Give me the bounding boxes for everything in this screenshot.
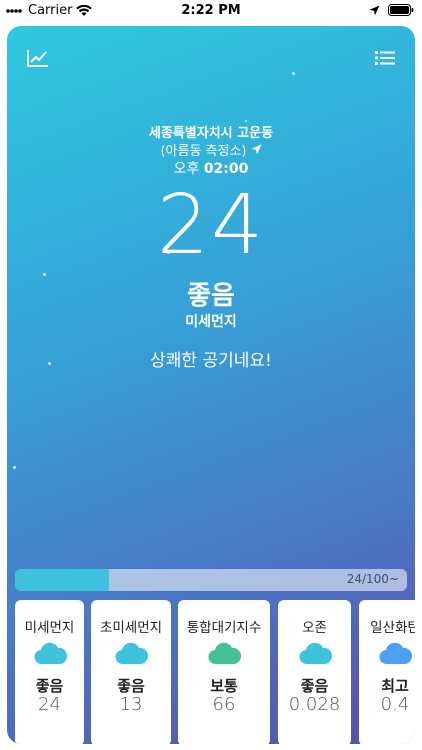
tile-title: 초미세먼지 xyxy=(99,620,163,636)
battery-icon xyxy=(388,4,414,16)
cloud-icon xyxy=(34,642,67,665)
tile-value: 66 xyxy=(212,694,236,715)
main-metric: 미세먼지 xyxy=(185,314,237,330)
status-time: 2:22 PM xyxy=(181,3,241,18)
measure-time: 오후 02:00 xyxy=(7,158,415,178)
cloud-icon xyxy=(115,642,148,665)
tile-title: 통합대기지수 xyxy=(186,620,262,636)
decor-dot xyxy=(13,466,16,469)
tile-status: 최고 xyxy=(381,677,409,695)
tile-status: 좋음 xyxy=(35,677,64,695)
list-icon xyxy=(375,51,395,65)
tile-value: 0.4 xyxy=(380,694,410,715)
status-message: 상쾌한 공기네요! xyxy=(150,351,272,371)
cloud-icon xyxy=(299,642,332,665)
tile-status: 좋음 xyxy=(300,677,329,695)
list-menu-button[interactable] xyxy=(372,45,398,71)
metric-tiles: 미세먼지 좋음 24 초미세먼지 좋음 13 통합대기지수 보통 66 오존 좋… xyxy=(7,600,415,744)
status-right xyxy=(369,4,414,16)
cloud-icon xyxy=(379,642,412,665)
tile-title: 일산화탄 xyxy=(370,620,415,636)
tile-value: 0.028 xyxy=(288,694,341,715)
decor-dot xyxy=(292,72,295,75)
air-quality-card: 세종특별자치시 고운동 (아름동 측정소) 오후 02:00 24 좋음 미세먼… xyxy=(7,26,415,744)
location-arrow-icon xyxy=(251,144,262,155)
tile-value: 13 xyxy=(119,694,143,715)
time-clock: 02:00 xyxy=(203,161,249,177)
tile-status: 보통 xyxy=(210,677,238,695)
tile-ozone[interactable]: 오존 좋음 0.028 xyxy=(278,600,351,744)
location-title: 세종특별자치시 고운동 xyxy=(148,126,274,141)
time-period: 오후 xyxy=(173,161,200,177)
tile-cai[interactable]: 통합대기지수 보통 66 xyxy=(178,600,270,744)
value-progress-bar: 24/100~ xyxy=(15,569,407,591)
tile-co[interactable]: 일산화탄 최고 0.4 xyxy=(359,600,415,744)
station-name: (아름동 측정소) xyxy=(160,144,247,159)
progress-text: 24/100~ xyxy=(346,572,399,586)
main-status: 좋음 xyxy=(187,281,235,311)
tile-title: 오존 xyxy=(302,620,327,636)
progress-fill xyxy=(15,569,110,591)
tile-title: 미세먼지 xyxy=(24,620,75,636)
status-bar: Carrier 2:22 PM xyxy=(0,0,422,22)
tile-value: 24 xyxy=(38,694,61,715)
chart-button[interactable] xyxy=(25,45,51,71)
chart-icon xyxy=(27,50,48,67)
tile-status: 좋음 xyxy=(117,677,145,695)
main-value: 24 xyxy=(156,178,266,273)
tile-pm10[interactable]: 미세먼지 좋음 24 xyxy=(15,600,84,744)
station-line[interactable]: (아름동 측정소) xyxy=(7,140,415,159)
location-arrow-icon xyxy=(369,5,380,15)
tile-pm25[interactable]: 초미세먼지 좋음 13 xyxy=(91,600,171,744)
cloud-icon xyxy=(208,642,241,665)
